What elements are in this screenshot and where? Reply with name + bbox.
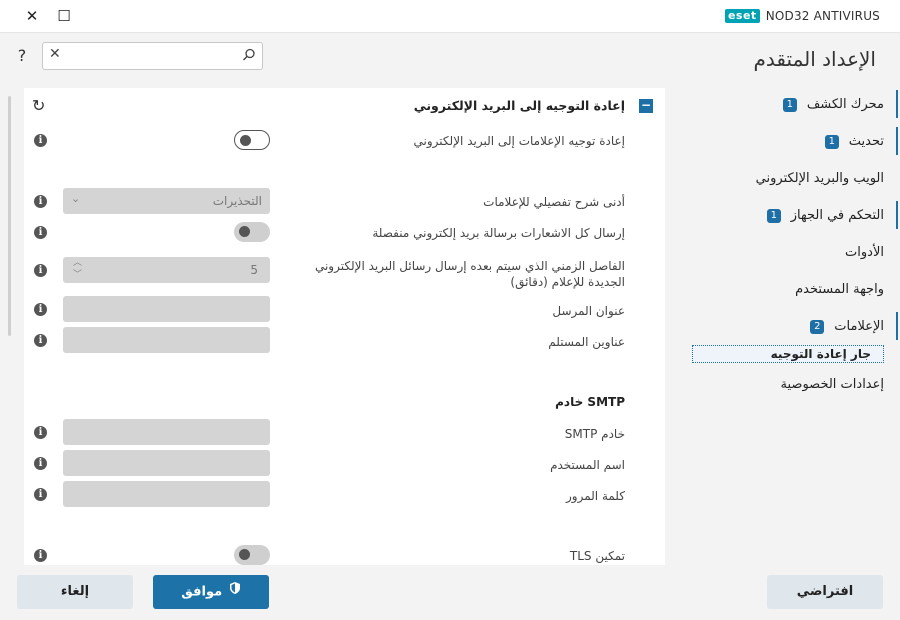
sidebar-item-tools[interactable]: الأدوات: [690, 234, 900, 271]
sidebar: محرك الكشف 1 تحديث 1 الويب والبريد الإلك…: [690, 86, 900, 403]
sidebar-item-label: التحكم في الجهاز: [790, 208, 884, 223]
tls-toggle[interactable]: [234, 545, 270, 565]
scrollbar[interactable]: [8, 96, 11, 336]
sidebar-item-detection-engine[interactable]: محرك الكشف 1: [690, 86, 900, 123]
maximize-icon[interactable]: ☐: [54, 6, 74, 26]
eset-logo: eset: [724, 9, 760, 23]
count-badge: 1: [782, 97, 797, 112]
close-icon[interactable]: ✕: [22, 6, 42, 26]
password-field[interactable]: [63, 481, 270, 507]
sender-address-field[interactable]: [63, 296, 270, 322]
cancel-button[interactable]: إلغاء: [17, 575, 133, 609]
info-icon[interactable]: i: [34, 195, 47, 208]
sidebar-item-privacy-settings[interactable]: إعدادات الخصوصية: [690, 366, 900, 403]
sidebar-item-label: الويب والبريد الإلكتروني: [755, 171, 884, 186]
username-field[interactable]: [63, 450, 270, 476]
verbosity-label: أدنى شرح تفصيلي للإعلامات: [483, 195, 625, 209]
username-label: اسم المستخدم: [550, 458, 625, 472]
separate-email-label: إرسال كل الاشعارات برسالة بريد إلكتروني …: [372, 226, 625, 240]
sidebar-item-label: محرك الكشف: [806, 97, 884, 112]
info-icon[interactable]: i: [34, 426, 47, 439]
shield-icon: [229, 575, 241, 609]
sidebar-item-notifications[interactable]: الإعلامات 2: [690, 308, 900, 345]
page-title: الإعداد المتقدم: [753, 47, 876, 71]
tls-label: تمكين TLS: [569, 549, 625, 563]
sender-address-label: عنوان المرسل: [552, 304, 625, 318]
count-badge: 1: [766, 208, 781, 223]
smtp-server-label: خادم SMTP: [564, 427, 625, 441]
info-icon[interactable]: i: [34, 226, 47, 239]
recipient-addresses-field[interactable]: [63, 327, 270, 353]
sidebar-item-label: تحديث: [848, 134, 884, 149]
password-label: كلمة المرور: [565, 489, 625, 503]
forward-email-label: إعادة توجيه الإعلامات إلى البريد الإلكتر…: [413, 134, 625, 148]
info-icon[interactable]: i: [34, 457, 47, 470]
interval-stepper[interactable]: 5 ︿ ﹀: [63, 257, 270, 283]
count-badge: 1: [824, 134, 839, 149]
smtp-server-field[interactable]: [63, 419, 270, 445]
help-icon[interactable]: ?: [14, 46, 30, 66]
sidebar-item-label: الإعلامات: [834, 319, 884, 334]
ok-button-label: موافق: [181, 584, 223, 600]
smtp-heading: خادم SMTP: [555, 395, 625, 409]
interval-value: 5: [250, 263, 258, 277]
sidebar-item-user-interface[interactable]: واجهة المستخدم: [690, 271, 900, 308]
brand: eset NOD32 ANTIVIRUS: [724, 8, 880, 24]
forward-email-toggle[interactable]: [234, 130, 270, 150]
verbosity-select[interactable]: التحذيرات ⌄: [63, 188, 270, 214]
info-icon[interactable]: i: [34, 334, 47, 347]
search-box[interactable]: ✕: [42, 42, 263, 70]
product-name: NOD32 ANTIVIRUS: [765, 9, 880, 23]
info-icon[interactable]: i: [34, 303, 47, 316]
stepper-arrows-icon[interactable]: ︿ ﹀: [73, 257, 82, 281]
sidebar-item-label: واجهة المستخدم: [795, 282, 884, 297]
chevron-down-icon: ⌄: [71, 192, 81, 205]
sidebar-item-web-email[interactable]: الويب والبريد الإلكتروني: [690, 160, 900, 197]
search-icon[interactable]: [242, 47, 256, 66]
settings-panel: ↻ − إعادة التوجيه إلى البريد الإلكتروني …: [24, 88, 665, 565]
count-badge: 2: [810, 319, 825, 334]
info-icon[interactable]: i: [34, 134, 47, 147]
collapse-icon[interactable]: −: [639, 99, 653, 113]
sidebar-item-update[interactable]: تحديث 1: [690, 123, 900, 160]
sidebar-item-label: الأدوات: [845, 245, 884, 260]
recipient-addresses-label: عناوين المستلم: [548, 335, 625, 349]
clear-search-icon[interactable]: ✕: [49, 46, 61, 62]
interval-label: الفاصل الزمني الذي سيتم بعده إرسال رسائل…: [314, 259, 625, 289]
title-bar: ✕ ☐ eset NOD32 ANTIVIRUS: [0, 0, 900, 33]
info-icon[interactable]: i: [34, 549, 47, 562]
info-icon[interactable]: i: [34, 264, 47, 277]
section-title: إعادة التوجيه إلى البريد الإلكتروني: [413, 98, 625, 113]
info-icon[interactable]: i: [34, 488, 47, 501]
separate-email-toggle[interactable]: [234, 222, 270, 242]
revert-icon[interactable]: ↻: [32, 96, 45, 115]
verbosity-value: التحذيرات: [212, 194, 262, 208]
search-input[interactable]: [71, 46, 235, 68]
sidebar-item-label: إعدادات الخصوصية: [780, 377, 884, 392]
default-button[interactable]: افتراضي: [767, 575, 883, 609]
sidebar-item-device-control[interactable]: التحكم في الجهاز 1: [690, 197, 900, 234]
sidebar-subitem-forwarding[interactable]: جار إعادة التوجيه: [692, 345, 884, 363]
ok-button[interactable]: موافق: [153, 575, 269, 609]
